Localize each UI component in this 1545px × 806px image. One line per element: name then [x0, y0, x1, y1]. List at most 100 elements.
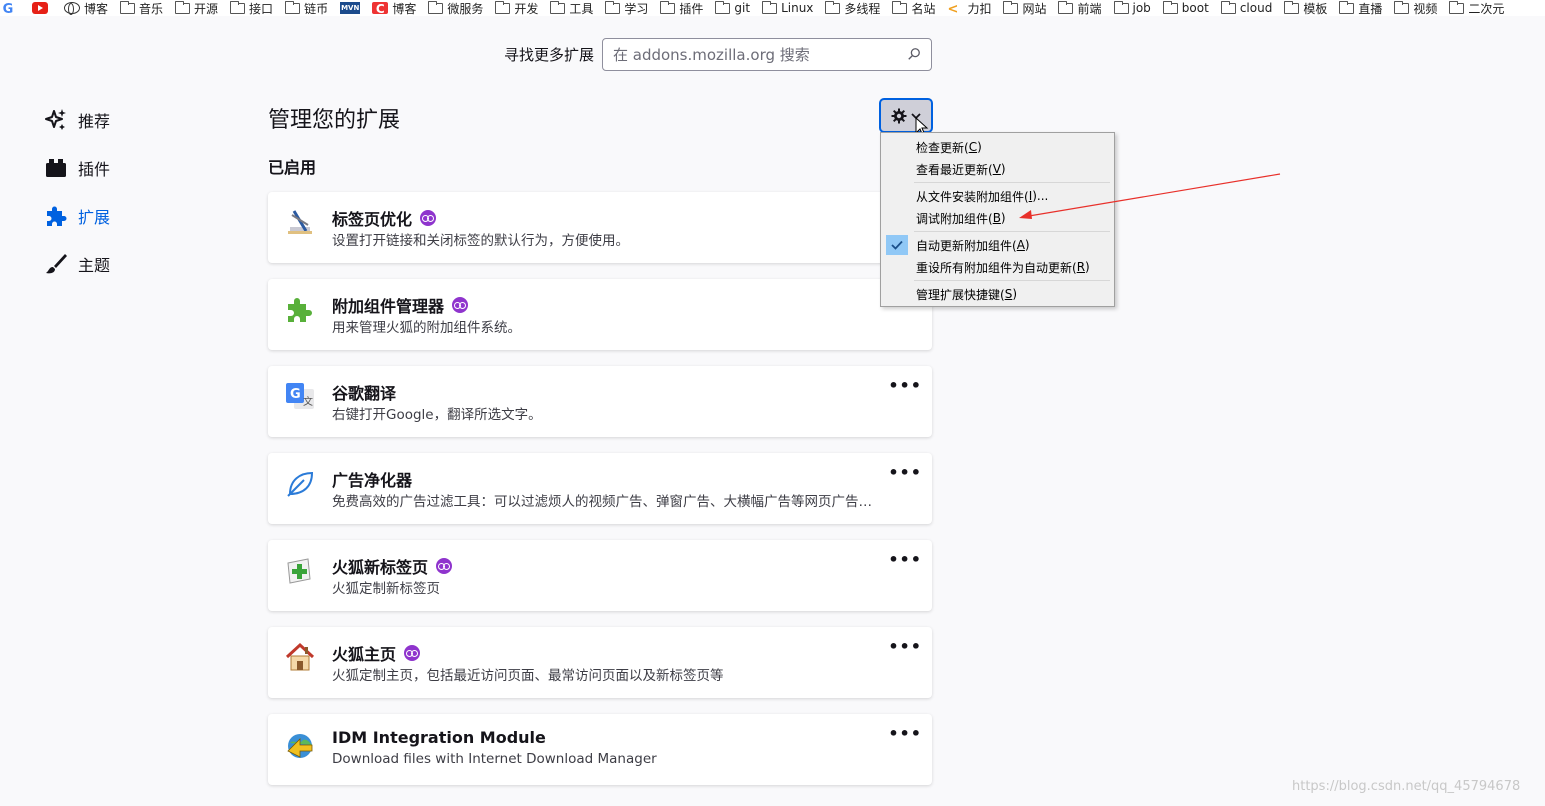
- bookmark-google[interactable]: G: [0, 0, 20, 16]
- extension-name: 标签页优化: [332, 210, 413, 229]
- bookmark-folder-live[interactable]: 直播: [1339, 0, 1382, 16]
- sidebar-item-label: 主题: [78, 256, 111, 275]
- bookmark-folder-microservice[interactable]: 微服务: [428, 0, 483, 16]
- extension-name: 火狐新标签页: [332, 558, 429, 577]
- extension-name: 广告净化器: [332, 471, 413, 490]
- checkmark-icon: [886, 235, 908, 255]
- bookmark-folder-dev[interactable]: 开发: [495, 0, 538, 16]
- annotation-arrow: [1019, 173, 1281, 219]
- extension-description: 火狐定制主页，包括最近访问页面、最常访问页面以及新标签页等: [332, 668, 724, 684]
- google-translate-icon: G文: [286, 383, 314, 409]
- folder-icon: [1058, 0, 1074, 14]
- bookmark-leetcode[interactable]: < 力扣: [947, 0, 991, 17]
- extension-card[interactable]: 广告净化器 免费高效的广告过滤工具：可以过滤烦人的视频广告、弹窗广告、大横幅广告…: [268, 453, 932, 524]
- sidebar-item-themes[interactable]: 主题: [44, 240, 224, 288]
- folder-icon: [1394, 0, 1410, 14]
- bookmark-folder-websites[interactable]: 网站: [1003, 0, 1046, 16]
- folder-icon: [1449, 0, 1465, 14]
- bookmark-folder-famous-sites[interactable]: 名站: [892, 0, 935, 16]
- folder-icon: [605, 0, 621, 14]
- menu-item-check-updates[interactable]: 检查更新(C): [883, 136, 1112, 158]
- categories-sidebar: 推荐 插件 扩展 主题: [44, 96, 224, 288]
- bookmark-folder-job[interactable]: job: [1113, 0, 1151, 16]
- folder-icon: [1339, 0, 1355, 14]
- sidebar-item-label: 推荐: [78, 112, 111, 131]
- folder-icon: [1284, 0, 1300, 14]
- sidebar-item-extensions[interactable]: 扩展: [44, 192, 224, 240]
- recommended-badge-icon: [436, 558, 453, 574]
- search-box[interactable]: [602, 38, 932, 71]
- sidebar-item-plugins[interactable]: 插件: [44, 144, 224, 192]
- addon-manager-puzzle-icon: [288, 298, 312, 322]
- recommended-badge-icon: [452, 297, 469, 313]
- recommended-badge-icon: [404, 645, 421, 661]
- more-options-button[interactable]: •••: [888, 376, 922, 395]
- more-options-button[interactable]: •••: [888, 724, 922, 743]
- folder-icon: [1113, 0, 1129, 14]
- page-title: 管理您的扩展: [268, 108, 401, 133]
- search-input[interactable]: [613, 45, 893, 64]
- extension-description: 右键打开Google，翻译所选文字。: [332, 407, 542, 423]
- bookmark-folder-api[interactable]: 接口: [230, 0, 273, 16]
- bookmark-folder-frontend[interactable]: 前端: [1058, 0, 1102, 16]
- extension-description: 用来管理火狐的附加组件系统。: [332, 320, 521, 336]
- mvn-icon: MVN: [340, 2, 361, 14]
- extension-card[interactable]: 火狐主页 火狐定制主页，包括最近访问页面、最常访问页面以及新标签页等 •••: [268, 627, 932, 698]
- bookmark-folder-video[interactable]: 视频: [1394, 0, 1437, 16]
- extension-description: 设置打开链接和关闭标签的默认行为，方便使用。: [332, 233, 629, 249]
- bookmark-youtube[interactable]: [32, 0, 52, 16]
- extension-card[interactable]: G文 谷歌翻译 右键打开Google，翻译所选文字。 •••: [268, 366, 932, 437]
- bookmark-folder-anime[interactable]: 二次元: [1449, 0, 1504, 16]
- folder-icon: [230, 0, 246, 14]
- bookmark-folder-templates[interactable]: 模板: [1284, 0, 1327, 16]
- extension-card[interactable]: 附加组件管理器 用来管理火狐的附加组件系统。: [268, 279, 932, 350]
- bookmark-blog[interactable]: 博客: [64, 0, 108, 16]
- bookmark-folder-multithread[interactable]: 多线程: [825, 0, 880, 16]
- more-options-button[interactable]: •••: [888, 637, 922, 656]
- bookmark-folder-coin[interactable]: 链币: [285, 0, 328, 16]
- youtube-icon: [32, 2, 48, 14]
- extension-name: IDM Integration Module: [332, 728, 546, 747]
- csdn-icon: C: [372, 2, 389, 16]
- folder-icon: [762, 0, 778, 14]
- bookmark-folder-tools[interactable]: 工具: [550, 0, 593, 16]
- menu-item-auto-update[interactable]: 自动更新附加组件(A): [883, 234, 1112, 256]
- home-icon: [285, 642, 315, 671]
- sidebar-item-label: 扩展: [78, 208, 111, 227]
- bookmark-folder-music[interactable]: 音乐: [120, 0, 163, 16]
- tab-optimizer-icon: [288, 210, 312, 234]
- extension-card[interactable]: 标签页优化 设置打开链接和关闭标签的默认行为，方便使用。: [268, 192, 932, 263]
- idm-globe-icon: [287, 734, 313, 758]
- more-options-button[interactable]: •••: [888, 550, 922, 569]
- svg-text:G: G: [290, 387, 301, 402]
- folder-icon: [550, 0, 566, 14]
- bookmark-folder-git[interactable]: git: [715, 0, 750, 16]
- sidebar-item-label: 插件: [78, 160, 111, 179]
- folder-icon: [825, 0, 841, 14]
- sidebar-item-recommendations[interactable]: 推荐: [44, 96, 224, 144]
- extension-description: 火狐定制新标签页: [332, 581, 440, 597]
- bookmark-folder-study[interactable]: 学习: [605, 0, 648, 16]
- folder-icon: [1162, 0, 1178, 14]
- gear-icon: [891, 108, 907, 123]
- bookmarks-toolbar: G 博客 音乐 开源 接口 链币 MVN C 博客 微服务 开发 工具 学习 插件…: [0, 0, 1545, 16]
- bookmark-folder-linux[interactable]: Linux: [762, 0, 813, 16]
- menu-item-reset-auto-update[interactable]: 重设所有附加组件为自动更新(R): [883, 256, 1112, 278]
- bookmark-folder-opensource[interactable]: 开源: [175, 0, 218, 16]
- search-label: 寻找更多扩展: [504, 46, 595, 64]
- extension-name: 谷歌翻译: [332, 384, 397, 403]
- bookmark-folder-cloud[interactable]: cloud: [1220, 0, 1272, 16]
- bookmark-mvn[interactable]: MVN: [340, 0, 361, 16]
- bookmark-folder-plugins[interactable]: 插件: [660, 0, 703, 16]
- bookmark-folder-boot[interactable]: boot: [1162, 0, 1209, 16]
- more-options-button[interactable]: •••: [888, 463, 922, 482]
- google-icon: G: [2, 2, 14, 16]
- bookmark-csdn-blog[interactable]: C 博客: [372, 0, 416, 16]
- watermark: https://blog.csdn.net/qq_45794678: [1292, 779, 1521, 794]
- new-tab-icon: [287, 558, 311, 584]
- folder-icon: [495, 0, 511, 14]
- menu-item-manage-shortcuts[interactable]: 管理扩展快捷键(S): [883, 283, 1112, 305]
- extension-card[interactable]: 火狐新标签页 火狐定制新标签页 •••: [268, 540, 932, 611]
- extension-card[interactable]: IDM Integration Module Download files wi…: [268, 714, 932, 785]
- extension-description: 免费高效的广告过滤工具：可以过滤烦人的视频广告、弹窗广告、大横幅广告等网页广告…: [332, 494, 872, 510]
